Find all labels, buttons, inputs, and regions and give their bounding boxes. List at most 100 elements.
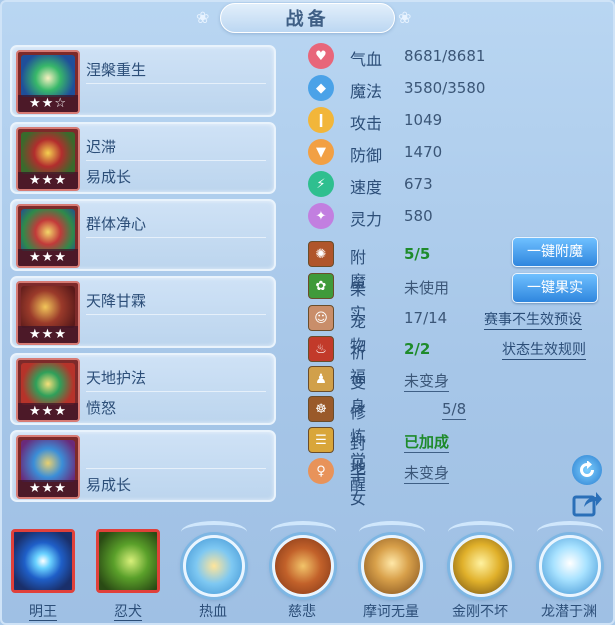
meditation-icon xyxy=(183,535,245,597)
skill-card[interactable]: ★★★ 天地护法 愤怒 xyxy=(10,353,276,425)
status-value[interactable]: 未变身 xyxy=(404,462,450,484)
attr-value: 1470 xyxy=(404,143,443,161)
bottom-skill[interactable]: 摩诃无量 xyxy=(355,517,427,625)
status-value[interactable]: 未变身 xyxy=(404,370,450,392)
attr-label: 攻击 xyxy=(350,114,383,133)
status-value: 5/5 xyxy=(404,245,431,263)
panel-title: 战备 xyxy=(285,9,330,30)
skill-name: 忍犬 xyxy=(84,601,172,621)
bottom-skill[interactable]: 忍犬 xyxy=(92,517,164,625)
golden-buddha-icon xyxy=(450,535,512,597)
bottom-skill[interactable]: 明王 xyxy=(7,517,79,625)
status-value[interactable]: 5/8 xyxy=(442,400,467,420)
bottom-skill[interactable]: 慈悲 xyxy=(266,517,338,625)
star-rating: ★★★ xyxy=(18,326,78,343)
skill-name: 群体净心 xyxy=(86,215,147,233)
skill-name: 明王 xyxy=(0,601,87,621)
sword-icon: ǀ xyxy=(308,107,334,133)
refresh-icon[interactable] xyxy=(572,455,602,485)
status-rule-link[interactable]: 状态生效规则 xyxy=(502,339,586,360)
attr-value: 580 xyxy=(404,207,433,225)
guardian-ring-icon xyxy=(21,363,75,405)
skill-card[interactable]: ★★★ 群体净心 xyxy=(10,199,276,271)
skill-icon-frame: ★★☆ xyxy=(16,50,80,114)
star-rating: ★★★ xyxy=(18,403,78,420)
cultivate-link[interactable]: 5/8 xyxy=(442,400,467,420)
warrior-icon xyxy=(21,440,75,482)
dragon-rain-icon xyxy=(21,286,75,328)
star-rating: ★★☆ xyxy=(18,95,78,112)
shield-icon: ▼ xyxy=(308,139,334,165)
skill-name: 天降甘霖 xyxy=(86,292,147,310)
fruit-all-button[interactable]: 一键果实 xyxy=(512,273,598,303)
star-rating: ★★★ xyxy=(18,480,78,497)
left-wing-icon: ❀ xyxy=(196,8,210,27)
attr-label: 灵力 xyxy=(350,210,383,229)
transform-icon: ♟ xyxy=(308,366,334,392)
skill-card[interactable]: ★★★ 天降甘霖 xyxy=(10,276,276,348)
skill-tag: 易成长 xyxy=(86,476,132,494)
skill-name: 金刚不坏 xyxy=(452,604,508,620)
skill-frame xyxy=(11,529,75,593)
skill-name: 天地护法 xyxy=(86,369,147,387)
child-link[interactable]: 未变身 xyxy=(404,464,450,484)
divider xyxy=(86,160,266,161)
monk-icon xyxy=(361,535,423,597)
meditate-icon: ☸ xyxy=(308,396,334,422)
heart-icon: ♥ xyxy=(308,43,334,69)
bottom-skill[interactable]: 龙潜于渊 xyxy=(533,517,605,625)
skill-icon-frame: ★★★ xyxy=(16,358,80,422)
scroll-skill-icon xyxy=(272,535,334,597)
skill-icon-frame: ★★★ xyxy=(16,281,80,345)
event-preset-link[interactable]: 赛事不生效预设 xyxy=(484,309,582,330)
attr-value: 8681/8681 xyxy=(404,47,486,65)
bottom-skill[interactable]: 金刚不坏 xyxy=(444,517,516,625)
star-rating: ★★★ xyxy=(18,172,78,189)
skill-name: 热血 xyxy=(199,604,227,620)
wolf-icon xyxy=(99,532,157,590)
skill-card[interactable]: ★★★ 易成长 xyxy=(10,430,276,502)
pet-avatar-icon: ☺ xyxy=(308,305,334,331)
attr-value: 673 xyxy=(404,175,433,193)
skill-name: 慈悲 xyxy=(288,604,316,620)
bottom-skill[interactable]: 热血 xyxy=(177,517,249,625)
skill-icon-frame: ★★★ xyxy=(16,435,80,499)
status-value: 17/14 xyxy=(404,309,448,327)
scroll-icon: ☰ xyxy=(308,427,334,453)
demon-mask-icon xyxy=(21,132,75,174)
attr-value: 3580/3580 xyxy=(404,79,486,97)
skill-name: 涅槃重生 xyxy=(86,61,147,79)
status-value: 2/2 xyxy=(404,340,431,358)
status-value[interactable]: 已加成 xyxy=(404,431,450,453)
mana-icon: ◆ xyxy=(308,75,334,101)
attr-label: 防御 xyxy=(350,146,383,165)
skill-name-link[interactable]: 忍犬 xyxy=(114,604,142,621)
divider xyxy=(86,391,266,392)
skill-name-link[interactable]: 明王 xyxy=(29,604,57,621)
attr-value: 1049 xyxy=(404,111,443,129)
seal-link[interactable]: 已加成 xyxy=(404,433,450,453)
status-value: 未使用 xyxy=(404,279,450,297)
skill-name: 龙潜于渊 xyxy=(541,604,597,620)
attr-label: 魔法 xyxy=(350,82,383,101)
skill-card[interactable]: ★★★ 迟滞 易成长 xyxy=(10,122,276,194)
skill-tag: 愤怒 xyxy=(86,399,117,417)
divider xyxy=(86,314,266,315)
right-wing-icon: ❀ xyxy=(398,8,412,27)
status-label: 子女 xyxy=(350,465,367,508)
share-icon[interactable] xyxy=(572,488,602,518)
orb-icon xyxy=(14,532,72,590)
skill-card[interactable]: ★★☆ 涅槃重生 xyxy=(10,45,276,117)
divider xyxy=(86,468,266,469)
fruit-icon: ✿ xyxy=(308,273,334,299)
dragon-head-icon xyxy=(539,535,601,597)
skill-tag: 易成长 xyxy=(86,168,132,186)
skill-icon-frame: ★★★ xyxy=(16,127,80,191)
skill-name: 摩诃无量 xyxy=(363,604,419,620)
bless-icon: ♨ xyxy=(308,336,334,362)
transform-link[interactable]: 未变身 xyxy=(404,372,450,392)
enchant-all-button[interactable]: 一键附魔 xyxy=(512,237,598,267)
skill-name: 迟滞 xyxy=(86,138,117,156)
attr-label: 气血 xyxy=(350,50,383,69)
star-rating: ★★★ xyxy=(18,249,78,266)
